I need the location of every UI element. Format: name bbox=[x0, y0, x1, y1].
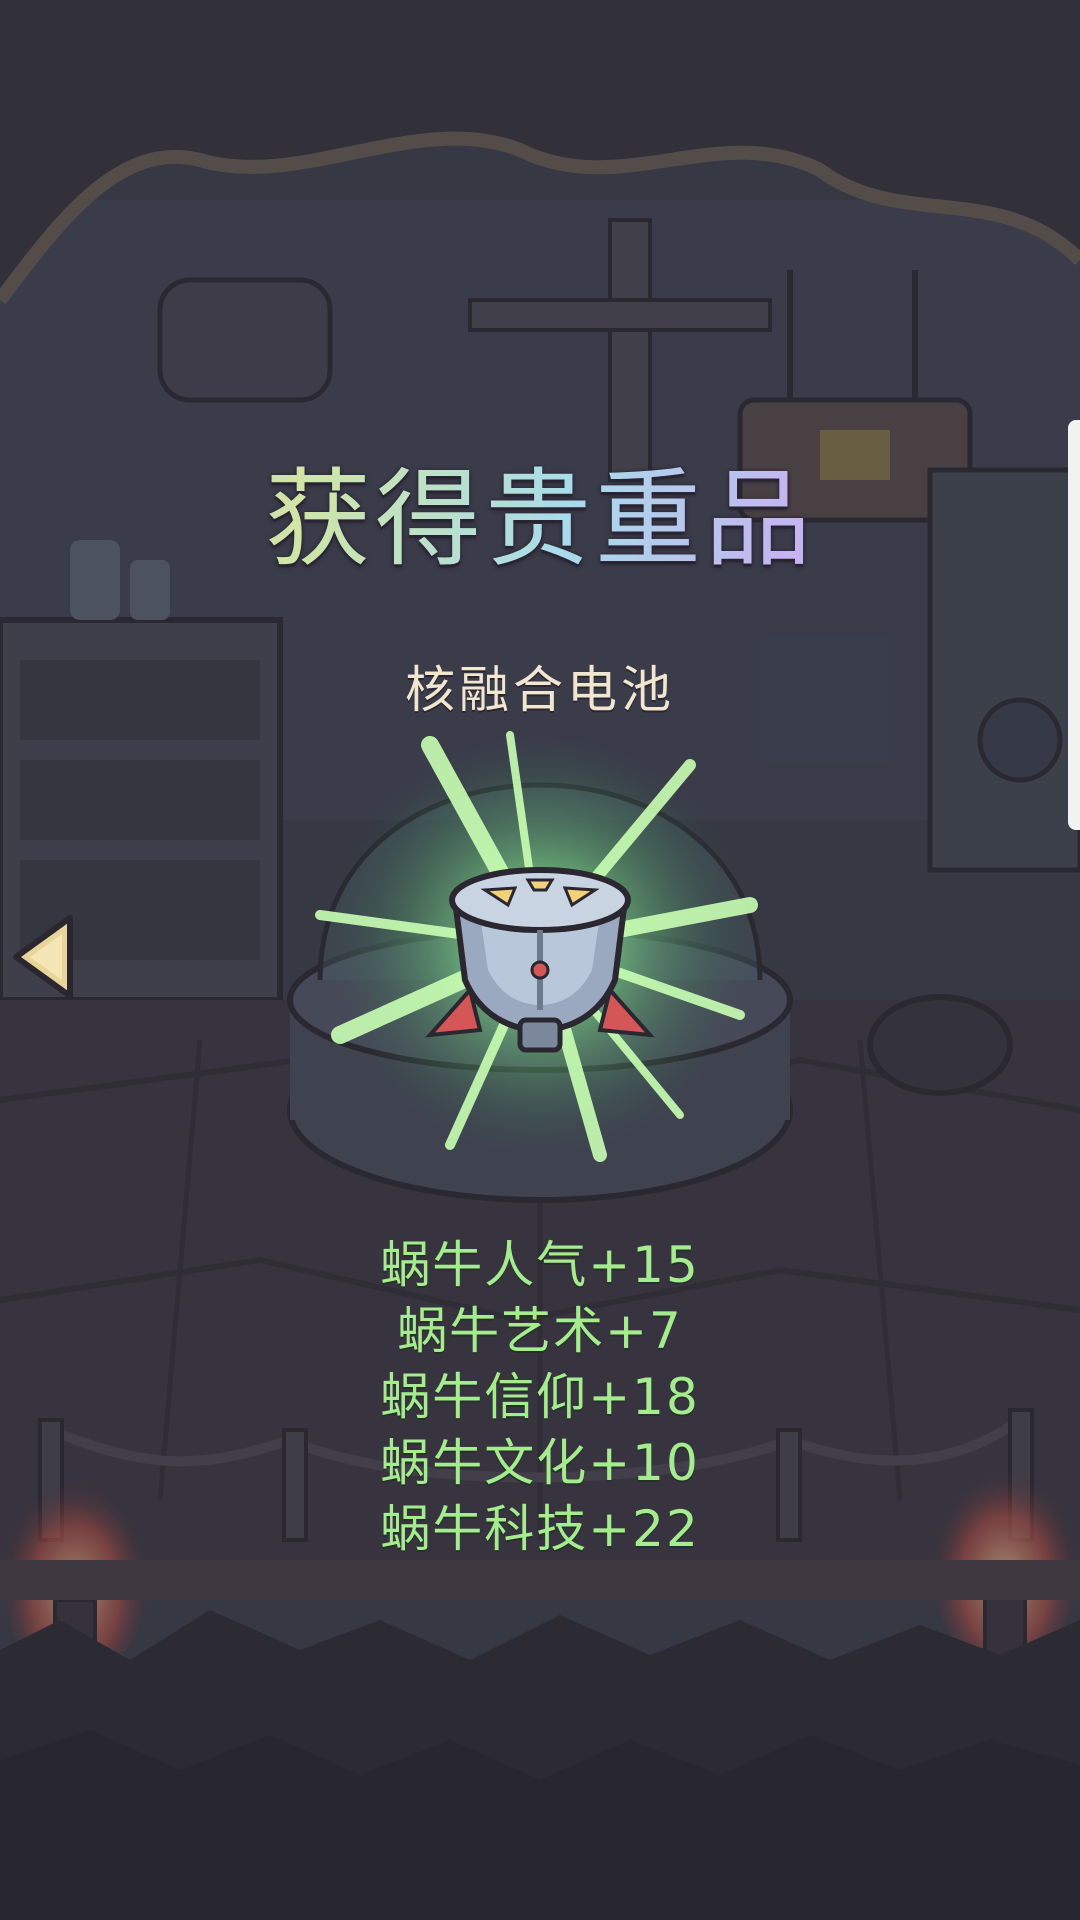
stat-culture: 蜗牛文化+10 bbox=[380, 1434, 700, 1492]
stat-technology: 蜗牛科技+22 bbox=[380, 1500, 700, 1558]
stat-faith: 蜗牛信仰+18 bbox=[380, 1368, 700, 1426]
left-arrow-icon[interactable] bbox=[6, 910, 80, 1004]
edge-panel-handle[interactable] bbox=[1068, 420, 1080, 830]
stat-list: 蜗牛人气+15 蜗牛艺术+7 蜗牛信仰+18 蜗牛文化+10 蜗牛科技+22 bbox=[0, 1232, 1080, 1562]
fusion-battery-icon bbox=[330, 740, 750, 1160]
game-scene[interactable]: 获得贵重品 核融合电池 蜗牛人气+15 蜗牛艺术+7 蜗牛信仰+18 蜗牛文化+… bbox=[0, 0, 1080, 1920]
stat-art: 蜗牛艺术+7 bbox=[397, 1302, 683, 1360]
stat-popularity: 蜗牛人气+15 bbox=[380, 1236, 700, 1294]
item-name: 核融合电池 bbox=[405, 661, 675, 719]
reward-title: 获得贵重品 bbox=[0, 460, 1080, 580]
